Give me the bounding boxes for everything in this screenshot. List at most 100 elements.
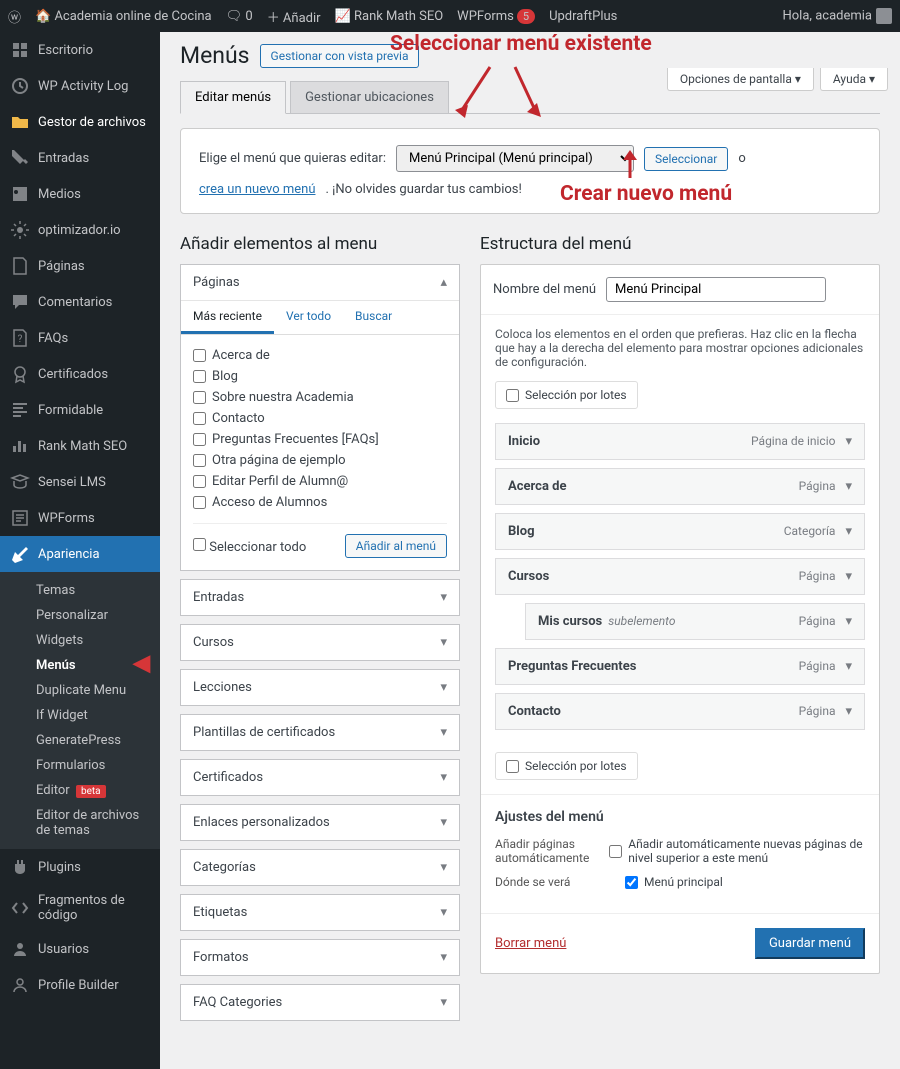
location-checkbox[interactable]	[625, 876, 638, 889]
checkbox[interactable]	[193, 454, 206, 467]
panel-entries-header[interactable]: Entradas▾	[181, 580, 459, 615]
help-tab[interactable]: Ayuda ▾	[820, 68, 888, 91]
sidebar-item-file-manager[interactable]: Gestor de archivos	[0, 104, 160, 140]
auto-add-checkbox[interactable]	[609, 845, 622, 858]
account-greeting[interactable]: Hola, academia	[782, 8, 892, 24]
sidebar-item-profile-builder[interactable]: Profile Builder	[0, 967, 160, 1003]
chevron-down-icon[interactable]: ▾	[845, 434, 852, 449]
menu-item-row[interactable]: Acerca dePágina▾	[495, 468, 865, 505]
sidebar-item-faqs[interactable]: ?FAQs	[0, 320, 160, 356]
tab-manage-locations[interactable]: Gestionar ubicaciones	[290, 81, 449, 114]
page-item[interactable]: Contacto	[193, 408, 447, 429]
updraft-link[interactable]: UpdraftPlus	[549, 9, 617, 24]
submenu-theme-file-editor[interactable]: Editor de archivos de temas	[0, 803, 160, 843]
menu-item-row[interactable]: CursosPágina▾	[495, 558, 865, 595]
page-item[interactable]: Preguntas Frecuentes [FAQs]	[193, 429, 447, 450]
location-option[interactable]: Menú principal	[625, 875, 723, 889]
panel-certificates-header[interactable]: Certificados▾	[181, 760, 459, 795]
manage-preview-button[interactable]: Gestionar con vista previa	[260, 44, 420, 68]
menu-item-row[interactable]: Preguntas FrecuentesPágina▾	[495, 648, 865, 685]
page-item[interactable]: Blog	[193, 366, 447, 387]
menu-item-row-sub[interactable]: Mis cursossubelementoPágina▾	[525, 603, 865, 640]
page-item[interactable]: Acerca de	[193, 345, 447, 366]
sidebar-item-activity-log[interactable]: WP Activity Log	[0, 68, 160, 104]
checkbox[interactable]	[193, 475, 206, 488]
submenu-menus[interactable]: Menús◀	[0, 653, 160, 678]
sidebar-item-media[interactable]: Medios	[0, 176, 160, 212]
site-name[interactable]: 🏠 Academia online de Cocina	[35, 9, 212, 24]
panel-pages-header[interactable]: Páginas▴	[181, 265, 459, 301]
checkbox[interactable]	[193, 391, 206, 404]
menu-item-row[interactable]: ContactoPágina▾	[495, 693, 865, 730]
panel-custom-links-header[interactable]: Enlaces personalizados▾	[181, 805, 459, 840]
checkbox[interactable]	[193, 433, 206, 446]
submenu-widgets[interactable]: Widgets	[0, 628, 160, 653]
panel-formats-header[interactable]: Formatos▾	[181, 940, 459, 975]
sidebar-item-formidable[interactable]: Formidable	[0, 392, 160, 428]
submenu-forms[interactable]: Formularios	[0, 753, 160, 778]
checkbox[interactable]	[193, 412, 206, 425]
panel-tags-header[interactable]: Etiquetas▾	[181, 895, 459, 930]
wp-logo-icon[interactable]: ⓦ	[8, 7, 21, 26]
page-item[interactable]: Otra página de ejemplo	[193, 450, 447, 471]
bulk-select-top[interactable]: Selección por lotes	[495, 381, 638, 409]
comments-link[interactable]: 🗨 0	[226, 9, 253, 24]
sidebar-item-rank-math[interactable]: Rank Math SEO	[0, 428, 160, 464]
bulk-select-checkbox[interactable]	[506, 389, 519, 402]
panel-cert-templates-header[interactable]: Plantillas de certificados▾	[181, 715, 459, 750]
bulk-select-checkbox[interactable]	[506, 760, 519, 773]
delete-menu-link[interactable]: Borrar menú	[495, 936, 566, 951]
menu-item-row[interactable]: BlogCategoría▾	[495, 513, 865, 550]
rank-math-link[interactable]: 📈 Rank Math SEO	[335, 9, 444, 24]
submenu-editor[interactable]: Editor beta	[0, 778, 160, 803]
chevron-down-icon[interactable]: ▾	[845, 569, 852, 584]
wpforms-link[interactable]: WPForms5	[457, 9, 535, 24]
bulk-select-bottom[interactable]: Selección por lotes	[495, 752, 638, 780]
checkbox[interactable]	[193, 496, 206, 509]
sidebar-item-dashboard[interactable]: Escritorio	[0, 32, 160, 68]
menu-item-row[interactable]: InicioPágina de inicio▾	[495, 423, 865, 460]
select-menu-button[interactable]: Seleccionar	[644, 147, 728, 171]
sidebar-item-plugins[interactable]: Plugins	[0, 849, 160, 885]
chevron-down-icon[interactable]: ▾	[845, 524, 852, 539]
panel-courses-header[interactable]: Cursos▾	[181, 625, 459, 660]
panel-categories-header[interactable]: Categorías▾	[181, 850, 459, 885]
sidebar-item-pages[interactable]: Páginas	[0, 248, 160, 284]
submenu-themes[interactable]: Temas	[0, 578, 160, 603]
sidebar-item-sensei[interactable]: Sensei LMS	[0, 464, 160, 500]
sidebar-item-wpforms[interactable]: WPForms	[0, 500, 160, 536]
sidebar-item-posts[interactable]: Entradas	[0, 140, 160, 176]
page-item[interactable]: Editar Perfil de Alumn@	[193, 471, 447, 492]
screen-options-tab[interactable]: Opciones de pantalla ▾	[667, 68, 814, 91]
auto-add-option[interactable]: Añadir automáticamente nuevas páginas de…	[609, 837, 865, 865]
checkbox[interactable]	[193, 370, 206, 383]
page-item[interactable]: Sobre nuestra Academia	[193, 387, 447, 408]
add-to-menu-button[interactable]: Añadir al menú	[345, 534, 447, 558]
sidebar-item-comments[interactable]: Comentarios	[0, 284, 160, 320]
tab-edit-menus[interactable]: Editar menús	[180, 81, 286, 114]
menu-select[interactable]: Menú Principal (Menú principal)	[396, 145, 634, 172]
submenu-duplicate-menu[interactable]: Duplicate Menu	[0, 678, 160, 703]
submenu-if-widget[interactable]: If Widget	[0, 703, 160, 728]
page-item[interactable]: Acceso de Alumnos	[193, 492, 447, 513]
save-menu-button[interactable]: Guardar menú	[755, 928, 865, 959]
sidebar-item-optimizador[interactable]: optimizador.io	[0, 212, 160, 248]
submenu-generatepress[interactable]: GeneratePress	[0, 728, 160, 753]
sidebar-item-code-snippets[interactable]: Fragmentos de código	[0, 885, 160, 931]
chevron-down-icon[interactable]: ▾	[845, 479, 852, 494]
menu-name-input[interactable]	[606, 277, 826, 302]
chevron-down-icon[interactable]: ▾	[845, 659, 852, 674]
tab-most-recent[interactable]: Más reciente	[181, 301, 274, 334]
panel-lessons-header[interactable]: Lecciones▾	[181, 670, 459, 705]
chevron-down-icon[interactable]: ▾	[845, 704, 852, 719]
chevron-down-icon[interactable]: ▾	[845, 614, 852, 629]
submenu-customize[interactable]: Personalizar	[0, 603, 160, 628]
select-all[interactable]: Seleccionar todo	[193, 538, 306, 555]
sidebar-item-users[interactable]: Usuarios	[0, 931, 160, 967]
sidebar-item-certificates[interactable]: Certificados	[0, 356, 160, 392]
checkbox[interactable]	[193, 349, 206, 362]
tab-view-all[interactable]: Ver todo	[274, 301, 343, 334]
add-new-link[interactable]: ＋ Añadir	[267, 7, 321, 26]
panel-faq-categories-header[interactable]: FAQ Categories▾	[181, 985, 459, 1020]
tab-search[interactable]: Buscar	[343, 301, 404, 334]
